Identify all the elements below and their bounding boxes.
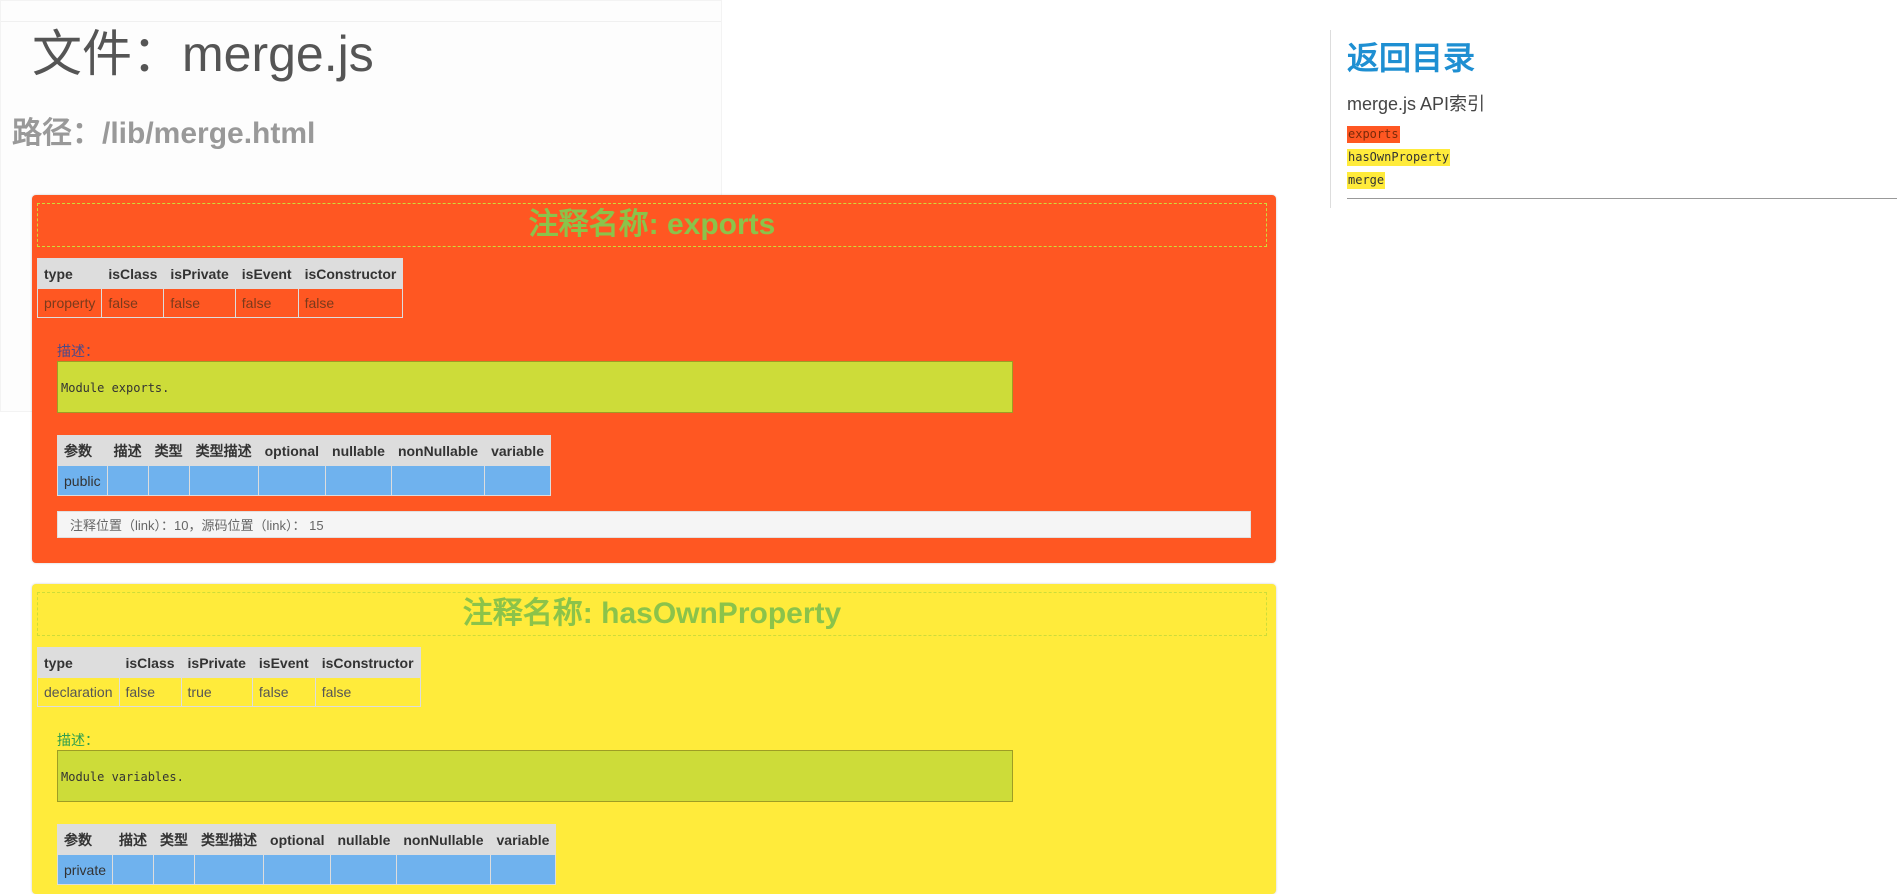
table-cell <box>106 465 149 496</box>
table-header-row: 参数 描述 类型 类型描述 optional nullable nonNulla… <box>56 824 557 855</box>
table-header: isPrivate <box>163 258 236 289</box>
table-header: nonNullable <box>390 435 486 466</box>
table-cell: public <box>57 465 108 496</box>
table-header: optional <box>257 435 327 466</box>
table-cell: false <box>234 288 299 318</box>
table-header: 描述 <box>106 435 149 466</box>
description-box: Module exports. <box>57 361 1013 413</box>
table-header: isEvent <box>251 647 316 678</box>
comment-name-heading: 注释名称: hasOwnProperty <box>37 592 1267 636</box>
table-cell <box>147 465 190 496</box>
table-header: isClass <box>118 647 182 678</box>
table-row: private <box>56 854 557 885</box>
api-index-subtitle: merge.js API索引 <box>1347 94 1486 114</box>
table-header: type <box>37 647 120 678</box>
table-cell: false <box>163 288 236 318</box>
table-cell: false <box>297 288 404 318</box>
table-header: nonNullable <box>396 824 491 855</box>
table-cell <box>484 465 551 496</box>
table-cell <box>489 854 557 885</box>
params-table: 参数 描述 类型 类型描述 optional nullable nonNulla… <box>56 824 557 885</box>
table-cell <box>263 854 332 885</box>
table-cell: private <box>56 854 114 885</box>
table-header: 类型描述 <box>194 824 265 855</box>
comment-block-hasownproperty: 注释名称: hasOwnProperty type isClass isPriv… <box>32 584 1276 894</box>
table-header-row: 参数 描述 类型 类型描述 optional nullable nonNulla… <box>57 435 551 466</box>
api-link-list: exports hasOwnProperty merge <box>1347 126 1451 195</box>
table-header-row: type isClass isPrivate isEvent isConstru… <box>36 258 404 289</box>
table-cell <box>390 465 486 496</box>
table-cell: false <box>101 288 165 318</box>
file-title: 文件：merge.js <box>32 26 374 82</box>
divider <box>1347 198 1897 199</box>
back-to-index-link[interactable]: 返回目录 <box>1347 33 1475 79</box>
table-cell <box>153 854 196 885</box>
table-cell <box>257 465 327 496</box>
table-header: isConstructor <box>314 647 421 678</box>
table-cell: declaration <box>37 677 120 707</box>
table-header: nullable <box>325 435 392 466</box>
table-cell: false <box>118 677 182 707</box>
table-header: isEvent <box>234 258 299 289</box>
description-label: 描述： <box>57 343 99 359</box>
table-cell <box>396 854 491 885</box>
comment-name-heading: 注释名称: exports <box>37 203 1267 247</box>
table-header: 类型描述 <box>188 435 259 466</box>
table-header: nullable <box>330 824 398 855</box>
table-header: optional <box>263 824 332 855</box>
table-header: 类型 <box>153 824 196 855</box>
table-cell: true <box>180 677 253 707</box>
attributes-table: type isClass isPrivate isEvent isConstru… <box>37 647 421 707</box>
table-row: declaration false true false false <box>37 677 421 707</box>
table-header: 参数 <box>57 435 108 466</box>
table-header: type <box>36 258 103 289</box>
api-link-hasownproperty[interactable]: hasOwnProperty <box>1347 149 1451 166</box>
description-box: Module variables. <box>57 750 1013 802</box>
api-link-exports[interactable]: exports <box>1347 126 1400 143</box>
table-cell <box>112 854 155 885</box>
table-header: variable <box>484 435 551 466</box>
attributes-table: type isClass isPrivate isEvent isConstru… <box>36 258 404 318</box>
table-cell: false <box>314 677 421 707</box>
table-cell <box>188 465 259 496</box>
table-row: property false false false false <box>36 288 404 318</box>
table-header: isConstructor <box>297 258 404 289</box>
table-cell: false <box>251 677 316 707</box>
table-header-row: type isClass isPrivate isEvent isConstru… <box>37 647 421 678</box>
table-header: 参数 <box>56 824 114 855</box>
table-cell <box>194 854 265 885</box>
table-header: variable <box>489 824 557 855</box>
table-cell: property <box>36 288 103 318</box>
api-link-merge[interactable]: merge <box>1347 172 1386 189</box>
table-header: isClass <box>101 258 165 289</box>
table-cell <box>325 465 392 496</box>
table-header: 类型 <box>147 435 190 466</box>
table-header: isPrivate <box>180 647 253 678</box>
table-row: public <box>57 465 551 496</box>
table-cell <box>330 854 398 885</box>
params-table: 参数 描述 类型 类型描述 optional nullable nonNulla… <box>57 435 551 496</box>
sidebar-api-index: 返回目录 merge.js API索引 exports hasOwnProper… <box>1330 30 1901 208</box>
description-label: 描述： <box>57 732 99 748</box>
table-header: 描述 <box>112 824 155 855</box>
path-title: 路径：/lib/merge.html <box>12 117 316 150</box>
comment-block-exports: 注释名称: exports type isClass isPrivate isE… <box>32 195 1276 563</box>
location-link-bar[interactable]: 注释位置（link）：10，源码位置（link）： 15 <box>57 511 1251 538</box>
